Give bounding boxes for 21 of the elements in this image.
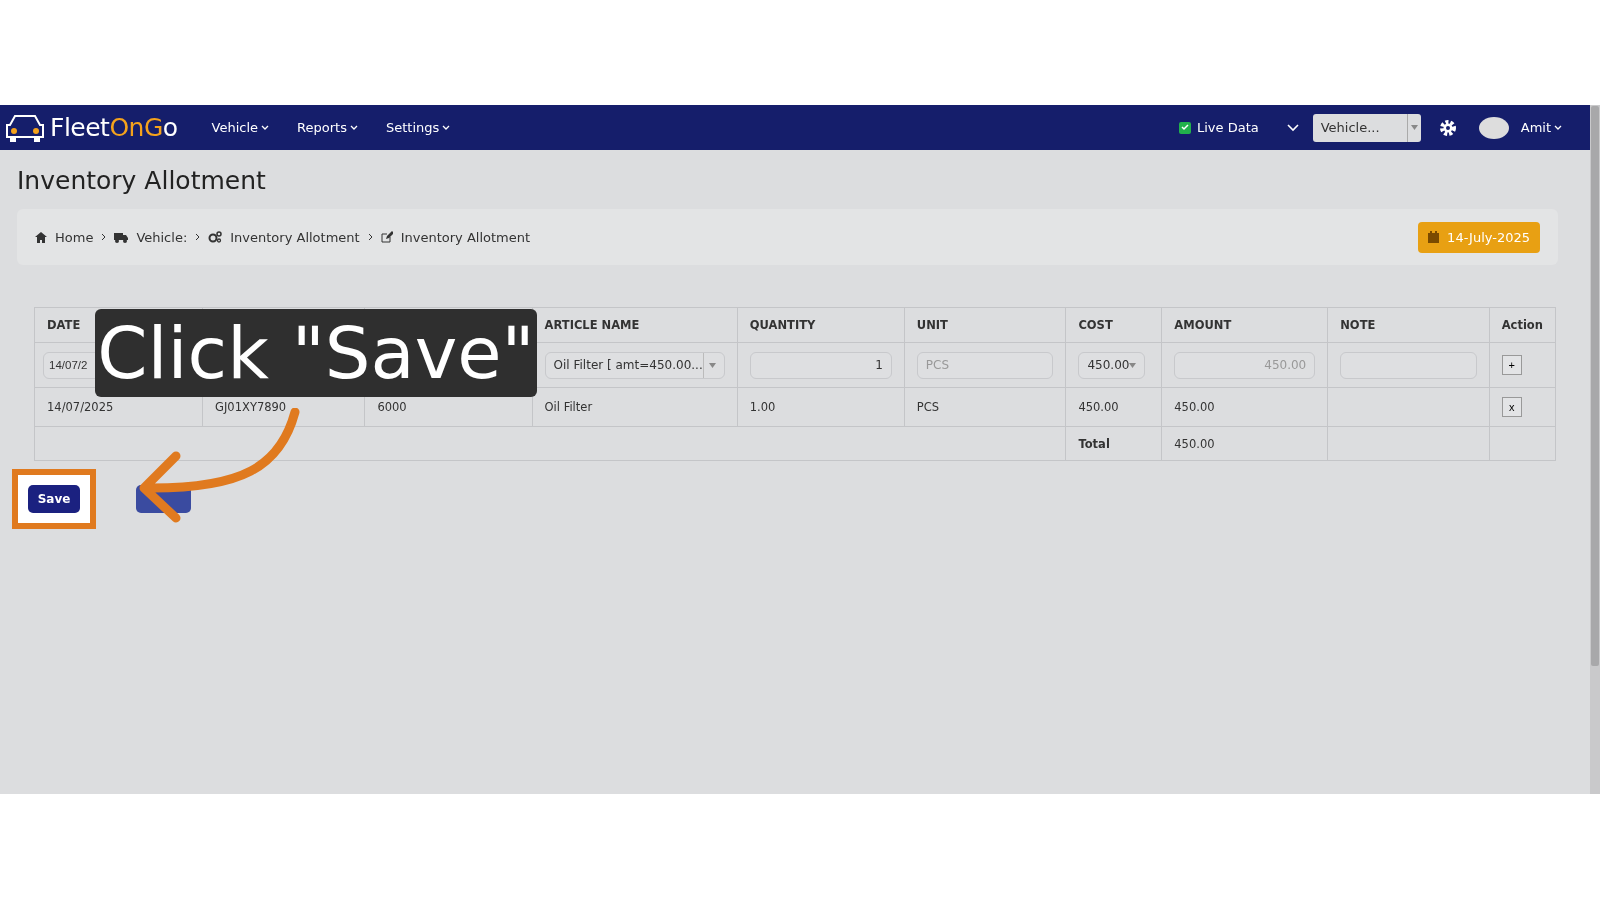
column-header: NOTE bbox=[1340, 318, 1376, 332]
table-cell: 450.00 bbox=[1078, 400, 1119, 414]
table-cell: PCS bbox=[916, 400, 940, 414]
column-header: COST bbox=[1078, 318, 1113, 332]
column-header: AMOUNT bbox=[1174, 318, 1232, 332]
click-hint-tooltip: Click "Save" bbox=[95, 309, 537, 397]
column-header: ARTICLE NAME bbox=[544, 318, 640, 332]
page-title: Inventory Allotment bbox=[17, 166, 267, 195]
table-cell: 6000 bbox=[377, 400, 407, 414]
table-cell: 450.00 bbox=[1174, 400, 1215, 414]
table-cell: GJ01XY7890 bbox=[215, 400, 287, 414]
logo-text: FleetOnGo bbox=[50, 113, 178, 142]
total-label: Total bbox=[1078, 436, 1110, 451]
table-cell: 14/07/2025 bbox=[47, 400, 114, 414]
column-header: DATE bbox=[47, 318, 81, 332]
column-header: Action bbox=[1501, 318, 1543, 332]
table-cell: Oil Filter bbox=[544, 400, 593, 414]
column-header: QUANTITY bbox=[749, 318, 816, 332]
total-value: 450.00 bbox=[1174, 436, 1215, 451]
table-cell: 1.00 bbox=[749, 400, 776, 414]
column-header: UNIT bbox=[916, 318, 948, 332]
